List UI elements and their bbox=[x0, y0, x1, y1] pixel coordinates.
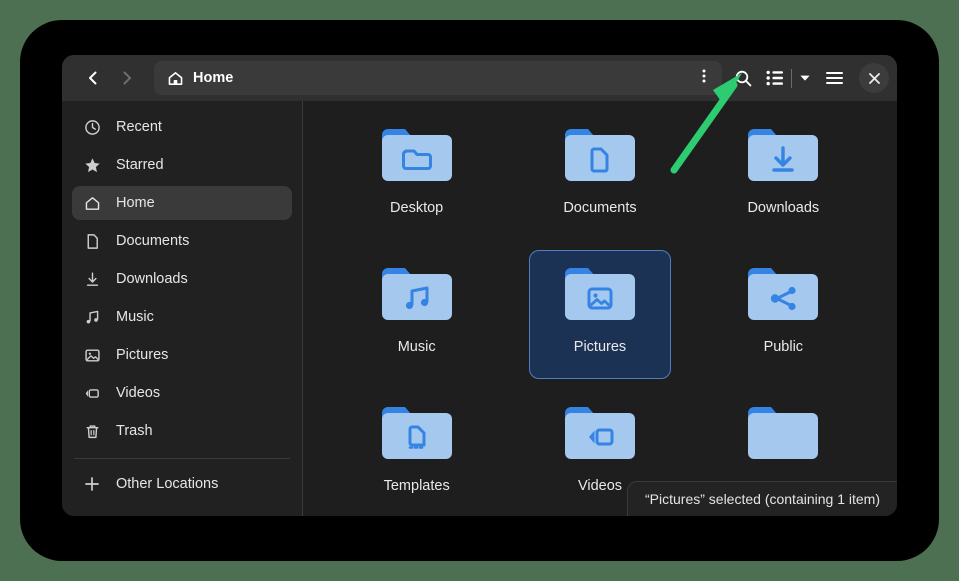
sidebar-item-recent[interactable]: Recent bbox=[72, 110, 292, 144]
chevron-down-icon bbox=[798, 71, 812, 85]
sidebar-item-downloads[interactable]: Downloads bbox=[72, 262, 292, 296]
view-toggle-divider bbox=[791, 69, 792, 88]
content-area: Desktop Doc bbox=[303, 101, 897, 516]
sidebar-divider bbox=[74, 458, 290, 459]
sidebar-item-label: Home bbox=[116, 195, 155, 211]
folder-icon bbox=[378, 399, 456, 471]
path-label: Home bbox=[193, 70, 690, 86]
status-bar: “Pictures” selected (containing 1 item) bbox=[627, 481, 897, 516]
sidebar-item-trash[interactable]: Trash bbox=[72, 414, 292, 448]
sidebar-item-label: Documents bbox=[116, 233, 189, 249]
folder-label: Desktop bbox=[390, 200, 443, 216]
plus-icon bbox=[82, 475, 102, 493]
folder-item-templates[interactable]: Templates bbox=[346, 389, 488, 516]
folder-label: Documents bbox=[563, 200, 636, 216]
folder-label: Templates bbox=[384, 478, 450, 494]
sidebar-item-videos[interactable]: Videos bbox=[72, 376, 292, 410]
folder-icon bbox=[378, 260, 456, 332]
folder-icon bbox=[561, 399, 639, 471]
path-menu-button[interactable] bbox=[690, 64, 718, 92]
folder-item-music[interactable]: Music bbox=[346, 250, 488, 379]
sidebar-item-documents[interactable]: Documents bbox=[72, 224, 292, 258]
chevron-left-icon bbox=[84, 69, 102, 87]
sidebar-item-label: Other Locations bbox=[116, 476, 218, 492]
folder-item-public[interactable]: Public bbox=[712, 250, 854, 379]
sidebar-item-label: Videos bbox=[116, 385, 160, 401]
sidebar-item-label: Starred bbox=[116, 157, 164, 173]
path-bar-breadcrumb[interactable]: Home bbox=[154, 61, 722, 95]
download-icon bbox=[82, 271, 102, 288]
sidebar-item-home[interactable]: Home bbox=[72, 186, 292, 220]
view-dropdown-button[interactable] bbox=[793, 62, 817, 94]
sidebar-item-label: Downloads bbox=[116, 271, 188, 287]
folder-label: Downloads bbox=[747, 200, 819, 216]
video-icon bbox=[82, 385, 102, 402]
home-icon bbox=[167, 70, 184, 87]
folder-item-documents[interactable]: Documents bbox=[529, 111, 671, 240]
sidebar-item-starred[interactable]: Starred bbox=[72, 148, 292, 182]
folder-grid: Desktop Doc bbox=[325, 111, 875, 516]
list-view-icon bbox=[766, 70, 784, 86]
folder-icon bbox=[561, 260, 639, 332]
trash-icon bbox=[82, 423, 102, 440]
sidebar-item-label: Recent bbox=[116, 119, 162, 135]
header-bar: Home bbox=[62, 55, 897, 101]
folder-icon bbox=[561, 121, 639, 193]
folder-icon bbox=[378, 121, 456, 193]
sidebar-item-other-locations[interactable]: Other Locations bbox=[72, 467, 292, 501]
folder-label: Music bbox=[398, 339, 436, 355]
file-manager-window: Home bbox=[62, 55, 897, 516]
kebab-menu-icon bbox=[696, 68, 712, 89]
close-window-button[interactable] bbox=[859, 63, 889, 93]
close-icon bbox=[868, 72, 881, 85]
hamburger-menu-icon bbox=[825, 70, 844, 86]
music-note-icon bbox=[82, 309, 102, 326]
nav-forward-button[interactable] bbox=[110, 61, 144, 95]
view-toggle-group bbox=[760, 62, 817, 94]
sidebar-item-music[interactable]: Music bbox=[72, 300, 292, 334]
folder-label: Public bbox=[764, 339, 804, 355]
view-list-button[interactable] bbox=[760, 62, 790, 94]
window-body: Recent Starred H bbox=[62, 101, 897, 516]
folder-item-pictures[interactable]: Pictures bbox=[529, 250, 671, 379]
sidebar-item-label: Trash bbox=[116, 423, 153, 439]
star-icon bbox=[82, 157, 102, 174]
sidebar-item-label: Music bbox=[116, 309, 154, 325]
document-icon bbox=[82, 233, 102, 250]
home-icon bbox=[82, 195, 102, 212]
status-bar-text: “Pictures” selected (containing 1 item) bbox=[645, 491, 880, 507]
search-button[interactable] bbox=[726, 61, 760, 95]
search-icon bbox=[734, 69, 753, 88]
folder-item-desktop[interactable]: Desktop bbox=[346, 111, 488, 240]
sidebar: Recent Starred H bbox=[62, 101, 303, 516]
sidebar-item-label: Pictures bbox=[116, 347, 168, 363]
sidebar-item-pictures[interactable]: Pictures bbox=[72, 338, 292, 372]
folder-icon bbox=[744, 399, 822, 471]
desktop-background: Home bbox=[0, 0, 959, 581]
folder-item-downloads[interactable]: Downloads bbox=[712, 111, 854, 240]
folder-label: Videos bbox=[578, 478, 622, 494]
folder-icon bbox=[744, 121, 822, 193]
clock-icon bbox=[82, 119, 102, 136]
chevron-right-icon bbox=[118, 69, 136, 87]
image-icon bbox=[82, 347, 102, 364]
folder-label: Pictures bbox=[574, 339, 626, 355]
nav-back-button[interactable] bbox=[76, 61, 110, 95]
main-menu-button[interactable] bbox=[817, 61, 851, 95]
folder-icon bbox=[744, 260, 822, 332]
